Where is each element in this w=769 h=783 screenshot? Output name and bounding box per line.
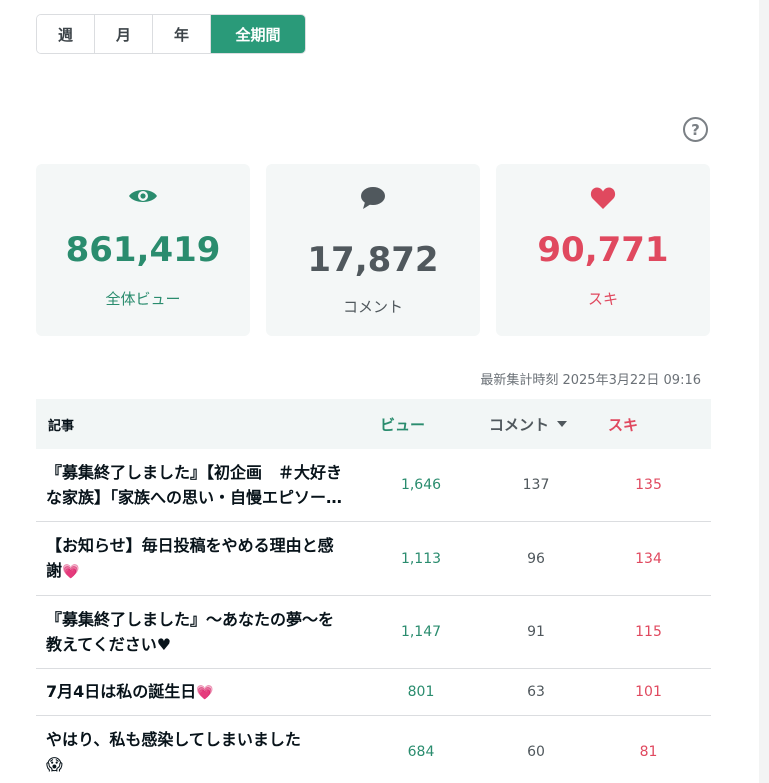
total-views-label: 全体ビュー: [105, 290, 181, 308]
row-likes: 115: [635, 624, 662, 640]
article-title-text: 【お知らせ】毎日投稿をやめる理由と感謝: [46, 535, 334, 580]
article-title-text: やはり、私も感染してしまいました: [46, 729, 301, 749]
row-comments: 137: [522, 477, 550, 493]
stats-cards: 861,419 全体ビュー 17,872 コメント 90,771 スキ: [36, 164, 710, 336]
sort-desc-icon: [557, 421, 568, 427]
total-comments-value: 17,872: [307, 240, 439, 280]
table-row[interactable]: 7月4日は私の誕生日💗 801 63 101: [36, 669, 711, 716]
row-likes: 135: [635, 477, 662, 493]
column-header-title: 記事: [48, 418, 75, 434]
comment-bubble-icon: [266, 186, 480, 210]
views-card: 861,419 全体ビュー: [36, 164, 250, 336]
eye-icon: [36, 186, 250, 206]
tab-week[interactable]: 週: [37, 15, 95, 53]
table-row[interactable]: 【お知らせ】毎日投稿をやめる理由と感謝💗 1,113 96 134: [36, 522, 711, 596]
help-icon[interactable]: ?: [683, 117, 708, 142]
row-likes: 101: [635, 684, 662, 700]
articles-table: 記事 ビュー コメント スキ 『募集終了しました』【初企画 ＃大好きな家族】「家…: [36, 399, 711, 783]
row-views: 801: [407, 684, 435, 700]
heart-icon: [496, 186, 710, 210]
article-title[interactable]: 【お知らせ】毎日投稿をやめる理由と感謝💗: [36, 533, 356, 585]
total-comments-label: コメント: [342, 298, 403, 316]
last-updated-timestamp: 最新集計時刻 2025年3月22日 09:16: [480, 373, 701, 388]
total-likes-value: 90,771: [537, 230, 669, 270]
tab-year[interactable]: 年: [153, 15, 211, 53]
row-comments: 63: [527, 684, 545, 700]
table-row[interactable]: 『募集終了しました』〜あなたの夢〜を教えてください♥ 1,147 91 115: [36, 596, 711, 669]
heart-emoji-icon: 💗: [62, 563, 80, 580]
row-likes: 81: [639, 743, 658, 760]
row-views: 1,646: [400, 477, 442, 493]
article-title[interactable]: 『募集終了しました』〜あなたの夢〜を教えてください♥: [36, 607, 356, 657]
row-likes: 134: [635, 550, 662, 567]
comments-card: 17,872 コメント: [266, 164, 480, 336]
total-views-value: 861,419: [65, 230, 221, 270]
row-comments: 91: [527, 624, 545, 640]
article-title[interactable]: やはり、私も感染してしまいました 😱: [36, 727, 356, 777]
column-header-likes[interactable]: スキ: [586, 414, 711, 435]
total-likes-label: スキ: [587, 290, 618, 308]
tab-all[interactable]: 全期間: [211, 15, 305, 53]
heart-emoji-icon: 💗: [196, 684, 214, 701]
column-header-comments[interactable]: コメント: [456, 414, 586, 435]
table-header: 記事 ビュー コメント スキ: [36, 399, 711, 449]
row-views: 684: [407, 743, 435, 760]
scream-emoji-icon: 😱: [46, 754, 63, 774]
column-header-views[interactable]: ビュー: [356, 414, 456, 435]
row-views: 1,113: [400, 550, 442, 567]
article-title[interactable]: 『募集終了しました』【初企画 ＃大好きな家族】「家族への思い・自慢エピソード」: [36, 460, 356, 510]
tab-month[interactable]: 月: [95, 15, 153, 53]
likes-card: 90,771 スキ: [496, 164, 710, 336]
period-tabs: 週 月 年 全期間: [36, 14, 306, 54]
table-row[interactable]: 『募集終了しました』【初企画 ＃大好きな家族】「家族への思い・自慢エピソード」 …: [36, 449, 711, 522]
row-comments: 96: [527, 550, 545, 567]
row-comments: 60: [527, 743, 545, 760]
scrollbar-track[interactable]: [759, 0, 769, 783]
article-title-text: 7月4日は私の誕生日: [46, 681, 197, 701]
table-row[interactable]: やはり、私も感染してしまいました 😱 684 60 81: [36, 716, 711, 783]
row-views: 1,147: [400, 624, 442, 640]
column-header-comments-label: コメント: [489, 415, 550, 434]
article-title[interactable]: 7月4日は私の誕生日💗: [36, 679, 356, 706]
